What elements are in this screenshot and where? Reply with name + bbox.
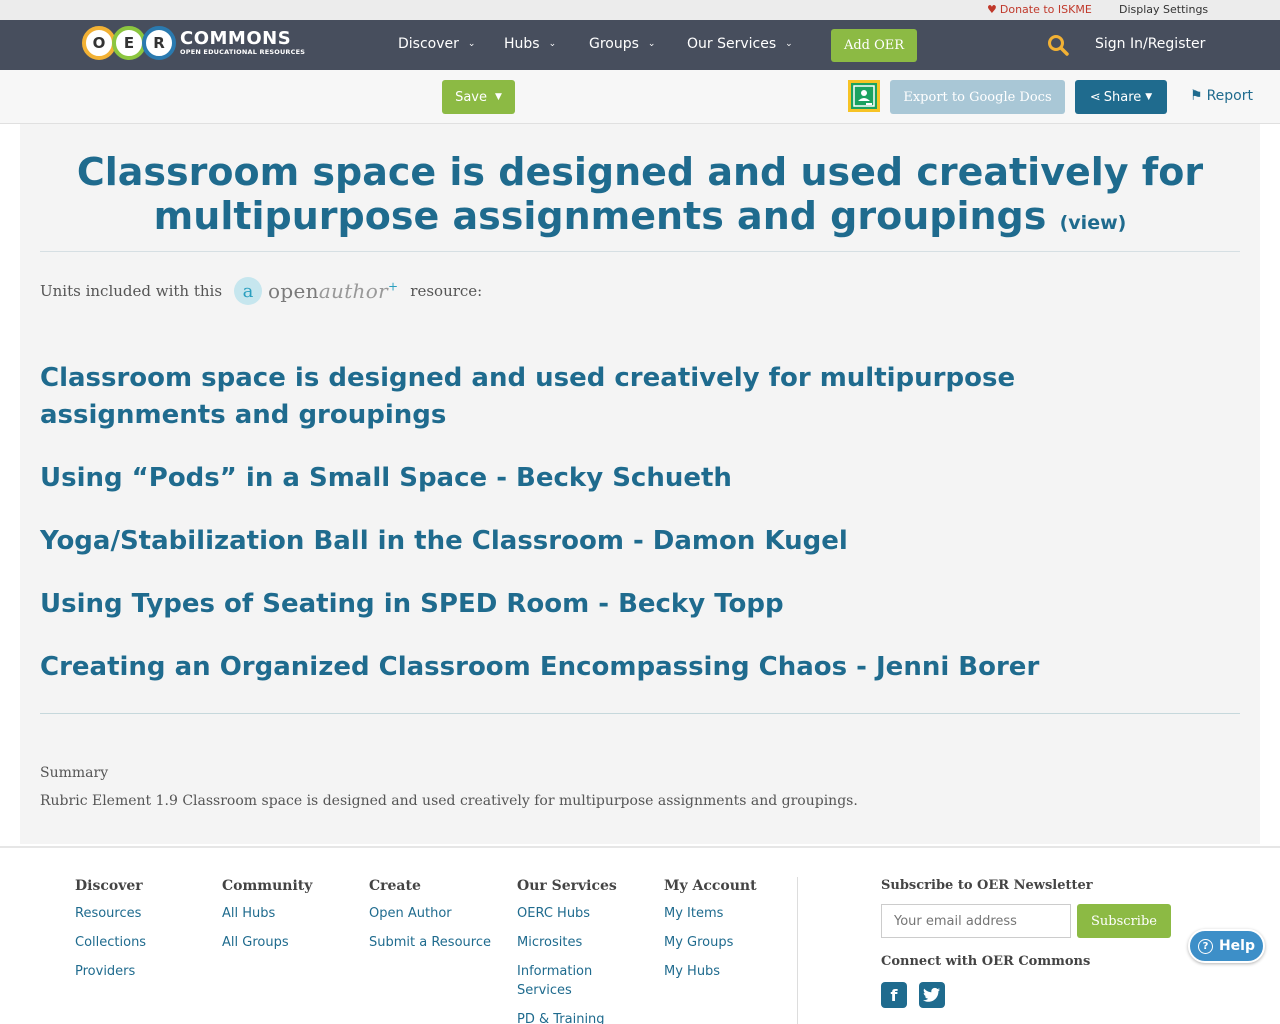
share-button[interactable]: ⋖ Share ▼ <box>1075 80 1167 114</box>
footer-link-all-groups[interactable]: All Groups <box>222 933 312 952</box>
chevron-down-icon: ⌄ <box>785 39 793 49</box>
subscribe-button[interactable]: Subscribe <box>1077 904 1171 938</box>
heart-icon: ♥ <box>987 3 997 16</box>
divider <box>40 251 1240 252</box>
flag-icon: ⚑ <box>1190 88 1203 104</box>
unit-link[interactable]: Creating an Organized Classroom Encompas… <box>40 649 1200 686</box>
classroom-person-icon <box>853 85 875 107</box>
logo-letter: O <box>82 26 116 60</box>
chevron-down-icon: ⌄ <box>647 39 656 49</box>
utility-bar: ♥ Donate to ISKME Display Settings <box>0 0 1280 20</box>
unit-link[interactable]: Classroom space is designed and used cre… <box>40 360 1200 434</box>
footer-discover: Discover Resources Collections Providers <box>75 878 147 981</box>
footer-services: Our Services OERC Hubs Microsites Inform… <box>517 878 627 1024</box>
save-button[interactable]: Save ▼ <box>442 80 515 114</box>
footer-link-all-hubs[interactable]: All Hubs <box>222 904 312 923</box>
unit-list: Classroom space is designed and used cre… <box>40 360 1200 712</box>
openauthor-logo: a openauthor+ <box>234 277 398 305</box>
footer-link-collections[interactable]: Collections <box>75 933 146 952</box>
footer-link-pd-training[interactable]: PD & Training <box>517 1010 627 1024</box>
footer-link-open-author[interactable]: Open Author <box>369 904 491 923</box>
connect-title: Connect with OER Commons <box>881 954 1091 969</box>
summary-text: Rubric Element 1.9 Classroom space is de… <box>40 793 858 809</box>
logo-letter: E <box>112 26 146 60</box>
unit-link[interactable]: Using “Pods” in a Small Space - Becky Sc… <box>40 460 1200 497</box>
main-nav: O E R COMMONS OPEN EDUCATIONAL RESOURCES… <box>0 20 1280 70</box>
footer-link-my-items[interactable]: My Items <box>664 904 757 923</box>
units-intro: Units included with this a openauthor+ r… <box>40 277 483 305</box>
page-title: Classroom space is designed and used cre… <box>76 150 1204 238</box>
nav-discover[interactable]: Discover ⌄ <box>398 36 475 52</box>
unit-link[interactable]: Using Types of Seating in SPED Room - Be… <box>40 586 1200 623</box>
footer-link-oerc-hubs[interactable]: OERC Hubs <box>517 904 627 923</box>
footer-link-submit-resource[interactable]: Submit a Resource <box>369 933 491 952</box>
add-oer-button[interactable]: Add OER <box>831 29 917 62</box>
chevron-down-icon: ⌄ <box>548 39 557 49</box>
footer-create: Create Open Author Submit a Resource <box>369 878 491 952</box>
export-google-docs-button[interactable]: Export to Google Docs <box>890 80 1065 114</box>
logo-sub-text: OPEN EDUCATIONAL RESOURCES <box>180 47 306 56</box>
footer-link-microsites[interactable]: Microsites <box>517 933 627 952</box>
share-icon: ⋖ <box>1089 89 1101 105</box>
sign-in-register-link[interactable]: Sign In/Register <box>1095 36 1205 52</box>
newsletter-email-input[interactable] <box>881 904 1071 938</box>
nav-our-services[interactable]: Our Services ⌄ <box>687 36 793 52</box>
search-icon[interactable] <box>1047 34 1069 56</box>
logo-main-text: COMMONS <box>180 27 292 49</box>
twitter-icon[interactable] <box>919 982 945 1008</box>
content-panel: Classroom space is designed and used cre… <box>20 124 1260 844</box>
divider <box>40 713 1240 714</box>
oer-commons-logo[interactable]: O E R COMMONS OPEN EDUCATIONAL RESOURCES <box>82 26 305 60</box>
google-classroom-icon[interactable] <box>848 80 880 112</box>
footer-link-my-hubs[interactable]: My Hubs <box>664 962 757 981</box>
newsletter-title: Subscribe to OER Newsletter <box>881 878 1093 893</box>
logo-letter: R <box>142 26 176 60</box>
footer-account: My Account My Items My Groups My Hubs <box>664 878 757 981</box>
help-button[interactable]: ? Help <box>1188 929 1265 963</box>
caret-down-icon: ▼ <box>495 92 502 102</box>
facebook-icon[interactable]: f <box>881 982 907 1008</box>
question-icon: ? <box>1197 938 1213 954</box>
action-bar: Save ▼ Export to Google Docs ⋖ Share ▼ ⚑ Rep… <box>0 70 1280 124</box>
chevron-down-icon: ⌄ <box>467 39 476 49</box>
nav-hubs[interactable]: Hubs ⌄ <box>504 36 556 52</box>
display-settings-link[interactable]: Display Settings <box>1119 3 1208 16</box>
footer-link-my-groups[interactable]: My Groups <box>664 933 757 952</box>
footer-link-information-services[interactable]: Information Services <box>517 962 627 1000</box>
nav-groups[interactable]: Groups ⌄ <box>589 36 655 52</box>
summary-label: Summary <box>40 765 109 781</box>
view-link[interactable]: (view) <box>1060 212 1127 234</box>
caret-down-icon: ▼ <box>1145 92 1153 102</box>
footer: Discover Resources Collections Providers… <box>0 846 1280 1024</box>
report-link[interactable]: ⚑ Report <box>1190 88 1253 104</box>
footer-community: Community All Hubs All Groups <box>222 878 313 952</box>
footer-link-resources[interactable]: Resources <box>75 904 146 923</box>
divider <box>797 877 798 1024</box>
donate-link[interactable]: ♥ Donate to ISKME <box>987 3 1092 16</box>
footer-link-providers[interactable]: Providers <box>75 962 146 981</box>
unit-link[interactable]: Yoga/Stabilization Ball in the Classroom… <box>40 523 1200 560</box>
openauthor-mark-icon: a <box>234 277 263 305</box>
